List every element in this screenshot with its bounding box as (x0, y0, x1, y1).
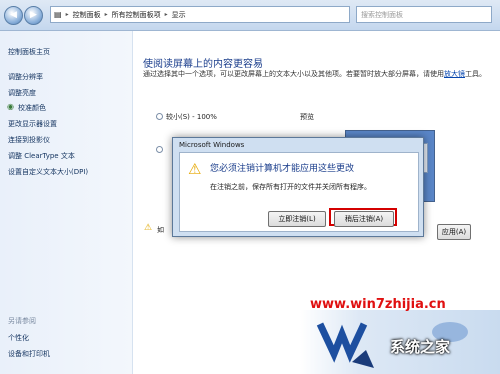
sidebar-item-personalize[interactable]: 个性化 (8, 333, 29, 343)
preview-label: 预览 (300, 113, 314, 121)
sidebar-item-brightness[interactable]: 调整亮度 (8, 88, 36, 98)
warning-icon: ⚠ (144, 223, 153, 233)
breadcrumb-item[interactable]: 所有控制面板项 (112, 10, 161, 20)
sidebar-item-calibrate[interactable]: 校准颜色 (18, 103, 46, 113)
watermark-brand: 系统之家 (390, 338, 451, 356)
control-panel-icon: ▤ (54, 10, 62, 19)
breadcrumb-item[interactable]: 控制面板 (73, 10, 101, 20)
description-text: 通过选择其中一个选项，可以更改屏幕上的文本大小以及其他项。若要暂时放大部分屏幕，… (143, 70, 444, 78)
watermark-url: www.win7zhijia.cn (310, 297, 446, 312)
dialog-title: Microsoft Windows (179, 141, 245, 149)
dialog-message: 在注销之前，保存所有打开的文件并关闭所有程序。 (210, 183, 371, 191)
warning-icon: ⚠ (188, 160, 202, 178)
sidebar-item-home[interactable]: 控制面板主页 (8, 47, 50, 57)
page-title: 使阅读屏幕上的内容更容易 (143, 59, 263, 70)
forward-arrow-icon[interactable]: ▶ (24, 6, 43, 25)
sidebar-item-dpi[interactable]: 设置自定义文本大小(DPI) (8, 167, 88, 177)
sidebar-item-display-settings[interactable]: 更改显示器设置 (8, 119, 57, 129)
option-small-label[interactable]: 较小(S) - 100% (166, 112, 217, 122)
sidebar-item-resolution[interactable]: 调整分辨率 (8, 72, 43, 82)
see-also-title: 另请参阅 (8, 317, 36, 325)
search-input[interactable]: 搜索控制面板 (356, 6, 492, 23)
radio-small[interactable] (156, 113, 163, 120)
sidebar-item-cleartype[interactable]: 调整 ClearType 文本 (8, 151, 75, 161)
magnifier-link[interactable]: 放大镜 (444, 70, 465, 78)
warning-text: 如 (157, 226, 164, 234)
sidebar-item-projector[interactable]: 连接到投影仪 (8, 135, 50, 145)
shield-icon: ◉ (7, 102, 14, 111)
breadcrumb-item[interactable]: 显示 (172, 10, 186, 20)
radio-medium[interactable] (156, 146, 163, 153)
description: 通过选择其中一个选项，可以更改屏幕上的文本大小以及其他项。若要暂时放大部分屏幕，… (143, 69, 488, 80)
breadcrumb[interactable]: ▤ ▸ 控制面板 ▸ 所有控制面板项 ▸ 显示 (50, 6, 350, 23)
description-text-end: 工具。 (465, 70, 486, 78)
logoff-now-button[interactable]: 立即注销(L) (268, 211, 326, 227)
chevron-right-icon: ▸ (104, 11, 108, 18)
chevron-right-icon: ▸ (65, 11, 69, 18)
logoff-dialog: Microsoft Windows ⚠ 您必须注销计算机才能应用这些更改 在注销… (172, 137, 424, 237)
sidebar: 控制面板主页 调整分辨率 调整亮度 校准颜色 ◉ 更改显示器设置 连接到投影仪 … (0, 31, 133, 374)
logoff-later-button[interactable]: 稍后注销(A) (334, 211, 394, 227)
sidebar-item-devices[interactable]: 设备和打印机 (8, 349, 50, 359)
back-arrow-icon[interactable]: ◀ (4, 6, 23, 25)
address-bar: ◀ ▶ ▤ ▸ 控制面板 ▸ 所有控制面板项 ▸ 显示 搜索控制面板 (0, 0, 500, 31)
dialog-body: ⚠ 您必须注销计算机才能应用这些更改 在注销之前，保存所有打开的文件并关闭所有程… (179, 152, 419, 232)
dialog-heading: 您必须注销计算机才能应用这些更改 (210, 164, 355, 174)
apply-button[interactable]: 应用(A) (437, 224, 471, 240)
chevron-right-icon: ▸ (164, 11, 168, 18)
